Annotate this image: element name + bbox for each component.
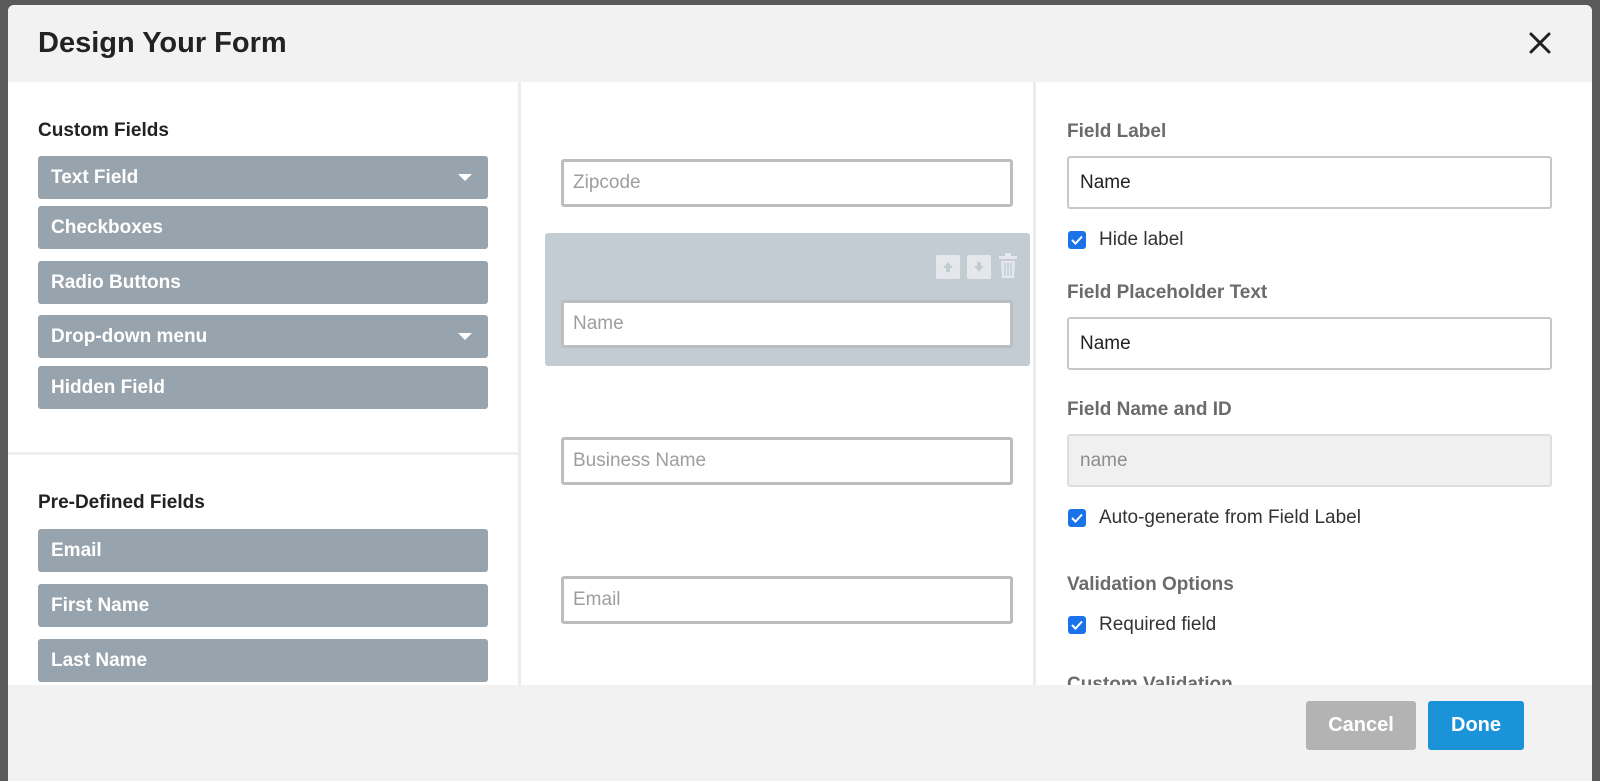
field-label-heading: Field Label bbox=[1067, 121, 1167, 142]
validation-options-heading: Validation Options bbox=[1067, 574, 1234, 595]
field-button-label: Drop-down menu bbox=[51, 325, 208, 347]
panel-divider bbox=[8, 452, 518, 455]
cancel-button[interactable]: Cancel bbox=[1306, 701, 1416, 750]
preview-zipcode-input[interactable] bbox=[561, 159, 1013, 207]
add-checkboxes-button[interactable]: Checkboxes bbox=[38, 206, 488, 249]
auto-generate-text: Auto-generate from Field Label bbox=[1099, 507, 1361, 528]
field-label-input[interactable] bbox=[1067, 156, 1552, 209]
field-name-id-input bbox=[1067, 434, 1552, 487]
custom-fields-title: Custom Fields bbox=[38, 120, 169, 141]
required-field-text: Required field bbox=[1099, 614, 1217, 635]
placeholder-text-heading: Field Placeholder Text bbox=[1067, 282, 1268, 303]
required-field-checkbox-row[interactable]: Required field bbox=[1068, 614, 1216, 636]
custom-validation-heading: Custom Validation bbox=[1067, 674, 1233, 685]
caret-down-icon bbox=[458, 333, 472, 340]
field-button-label: Checkboxes bbox=[51, 216, 163, 238]
preview-name-input[interactable] bbox=[561, 300, 1013, 348]
field-button-label: Radio Buttons bbox=[51, 271, 181, 293]
add-dropdown-menu-button[interactable]: Drop-down menu bbox=[38, 315, 488, 358]
add-hidden-field-button[interactable]: Hidden Field bbox=[38, 366, 488, 409]
field-button-label: Hidden Field bbox=[51, 376, 165, 398]
required-field-checkbox[interactable] bbox=[1068, 616, 1086, 634]
caret-down-icon bbox=[458, 174, 472, 181]
selected-field-block[interactable] bbox=[545, 233, 1030, 366]
placeholder-text-input[interactable] bbox=[1067, 317, 1552, 370]
trash-icon[interactable] bbox=[997, 253, 1019, 279]
field-settings-panel: Field Label Hide label Field Placeholder… bbox=[1036, 82, 1592, 685]
field-name-id-heading: Field Name and ID bbox=[1067, 399, 1232, 420]
add-first-name-field-button[interactable]: First Name bbox=[38, 584, 488, 627]
field-button-label: First Name bbox=[51, 594, 150, 616]
hide-label-checkbox[interactable] bbox=[1068, 231, 1086, 249]
add-radio-buttons-button[interactable]: Radio Buttons bbox=[38, 261, 488, 304]
add-email-field-button[interactable]: Email bbox=[38, 529, 488, 572]
field-button-label: Last Name bbox=[51, 649, 148, 671]
move-down-icon[interactable] bbox=[967, 255, 991, 279]
design-form-modal: Design Your Form Custom Fields Text Fiel… bbox=[8, 5, 1592, 781]
hide-label-checkbox-row[interactable]: Hide label bbox=[1068, 229, 1184, 251]
hide-label-text: Hide label bbox=[1099, 229, 1184, 250]
add-last-name-field-button[interactable]: Last Name bbox=[38, 639, 488, 682]
add-text-field-button[interactable]: Text Field bbox=[38, 156, 488, 199]
modal-footer: Cancel Done bbox=[8, 685, 1592, 781]
modal-header: Design Your Form bbox=[8, 5, 1592, 82]
auto-generate-checkbox[interactable] bbox=[1068, 509, 1086, 527]
done-button[interactable]: Done bbox=[1428, 701, 1524, 750]
field-button-label: Email bbox=[51, 539, 102, 561]
predefined-fields-title: Pre-Defined Fields bbox=[38, 492, 205, 513]
modal-title: Design Your Form bbox=[38, 27, 287, 59]
field-button-label: Text Field bbox=[51, 166, 139, 188]
form-preview-panel bbox=[518, 82, 1036, 685]
preview-email-input[interactable] bbox=[561, 576, 1013, 624]
auto-generate-checkbox-row[interactable]: Auto-generate from Field Label bbox=[1068, 507, 1361, 529]
preview-business-name-input[interactable] bbox=[561, 437, 1013, 485]
field-palette-panel: Custom Fields Text Field Checkboxes Radi… bbox=[8, 82, 518, 685]
move-up-icon[interactable] bbox=[936, 255, 960, 279]
close-icon[interactable] bbox=[1526, 29, 1554, 57]
